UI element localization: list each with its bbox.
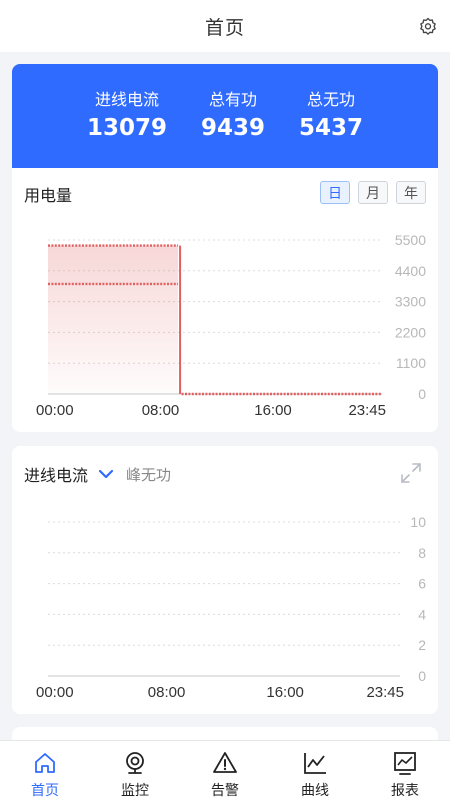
camera-icon xyxy=(126,752,144,774)
x-tick-label: 23:45 xyxy=(348,402,386,419)
energy-line-chart: 5500 4400 3300 2200 1100 0 00:00 08:00 16:00 23:4… xyxy=(36,232,426,419)
kpi-value: 13079 xyxy=(86,115,167,141)
y-tick-label: 2200 xyxy=(395,324,426,340)
kpi-incoming-current: 进线电流 13079 xyxy=(87,89,167,143)
y-tick-label: 4 xyxy=(418,606,426,622)
y-tick-label: 1100 xyxy=(396,355,426,371)
home-icon xyxy=(35,753,55,773)
y-tick-label: 0 xyxy=(418,386,426,402)
tab-report[interactable]: 报表 xyxy=(360,741,450,800)
tab-label: 曲线 xyxy=(301,783,329,799)
x-tick-label: 16:00 xyxy=(266,684,304,701)
energy-card: 用电量 日 月 年 5500 4400 3300 2200 1100 0 00:00 08:0… xyxy=(12,168,438,432)
bottom-tab-bar: 首页 监控 告警 曲线 报表 xyxy=(0,740,450,800)
report-icon xyxy=(394,752,416,775)
y-tick-label: 6 xyxy=(418,576,426,592)
y-tick-label: 5500 xyxy=(395,232,426,248)
x-tick-label: 08:00 xyxy=(148,684,186,701)
x-tick-label: 00:00 xyxy=(36,402,74,419)
y-tick-label: 0 xyxy=(418,668,426,684)
tab-home[interactable]: 首页 xyxy=(0,741,90,800)
tab-alarm[interactable]: 告警 xyxy=(180,741,270,800)
tab-curve[interactable]: 曲线 xyxy=(270,741,360,800)
page-title: 首页 xyxy=(204,16,245,39)
kpi-label: 总无功 xyxy=(307,90,356,109)
x-tick-label: 23:45 xyxy=(366,684,404,701)
x-tick-label: 16:00 xyxy=(254,402,292,419)
top-bar: 首页 xyxy=(0,0,450,52)
tab-monitor[interactable]: 监控 xyxy=(90,741,180,800)
tab-label: 首页 xyxy=(31,783,59,799)
y-tick-label: 2 xyxy=(418,637,426,653)
line-chart-icon xyxy=(304,753,326,774)
x-tick-label: 08:00 xyxy=(142,402,180,419)
kpi-value: 5437 xyxy=(299,115,364,141)
kpi-label: 进线电流 xyxy=(94,90,159,109)
area-fill xyxy=(48,245,179,394)
kpi-total-active: 总有功 9439 xyxy=(201,89,265,143)
settings-icon[interactable] xyxy=(418,16,438,36)
kpi-panel: 进线电流 13079 总有功 9439 总无功 5437 xyxy=(12,64,438,168)
kpi-total-reactive: 总无功 5437 xyxy=(299,89,363,143)
x-tick-label: 00:00 xyxy=(36,684,74,701)
current-card: 进线电流 峰无功 10 8 6 4 2 0 00:00 08:00 16:00 23:45 xyxy=(12,446,438,714)
kpi-value: 9439 xyxy=(201,115,266,141)
kpi-label: 总有功 xyxy=(209,90,258,109)
y-tick-label: 4400 xyxy=(395,263,426,279)
y-tick-label: 8 xyxy=(418,545,426,561)
current-line-chart: 10 8 6 4 2 0 00:00 08:00 16:00 23:45 xyxy=(36,514,426,701)
y-tick-label: 10 xyxy=(410,514,426,530)
y-tick-label: 3300 xyxy=(395,294,426,310)
tab-label: 监控 xyxy=(121,783,149,799)
tab-label: 报表 xyxy=(391,783,419,799)
tab-label: 告警 xyxy=(211,783,239,799)
warning-icon xyxy=(213,752,237,773)
